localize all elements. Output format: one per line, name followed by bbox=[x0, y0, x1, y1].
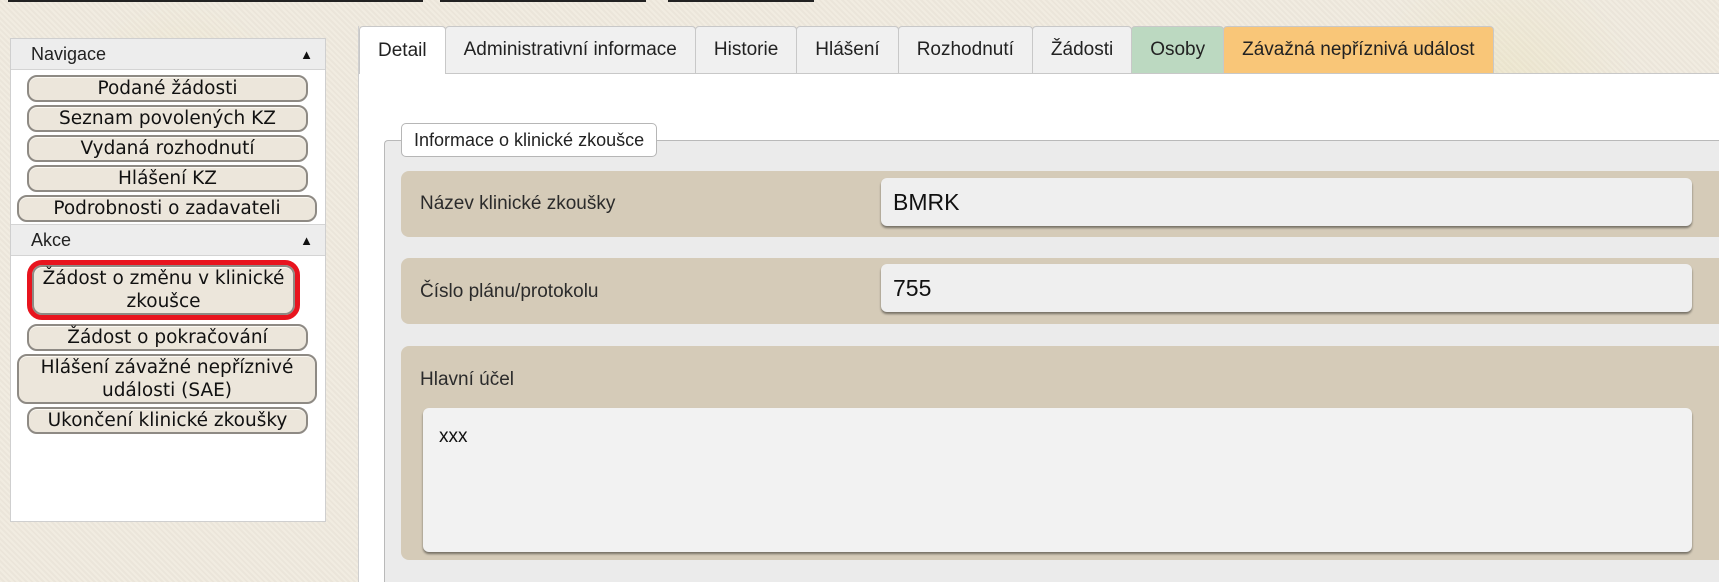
tab-persons[interactable]: Osoby bbox=[1131, 26, 1225, 73]
field-row-main-purpose: Hlavní účel xxx bbox=[401, 346, 1719, 560]
protocol-number-field[interactable]: 755 bbox=[881, 264, 1692, 312]
nav-button-approved-trials[interactable]: Seznam povolených KZ bbox=[27, 105, 308, 132]
main-panel: Detail Administrativní informace Histori… bbox=[358, 26, 1719, 582]
tab-history[interactable]: Historie bbox=[694, 26, 798, 73]
action-button-end-trial[interactable]: Ukončení klinické zkoušky bbox=[27, 407, 308, 434]
nav-button-sponsor-details[interactable]: Podrobnosti o zadavateli bbox=[17, 195, 317, 222]
nav-button-trial-reports[interactable]: Hlášení KZ bbox=[27, 165, 308, 192]
collapse-up-icon[interactable]: ▲ bbox=[300, 233, 313, 248]
field-label-main-purpose: Hlavní účel bbox=[420, 369, 514, 390]
tab-bar: Detail Administrativní informace Histori… bbox=[359, 26, 1494, 74]
top-link-underline[interactable] bbox=[8, 0, 423, 2]
top-link-underline[interactable] bbox=[440, 0, 646, 2]
tab-requests[interactable]: Žádosti bbox=[1031, 26, 1133, 73]
action-button-continuation-request[interactable]: Žádost o pokračování bbox=[27, 324, 308, 351]
collapse-up-icon[interactable]: ▲ bbox=[300, 47, 313, 62]
navigation-list: Podané žádosti Seznam povolených KZ Vyda… bbox=[11, 70, 325, 224]
action-button-change-request[interactable]: Žádost o změnu v klinické zkoušce bbox=[27, 260, 300, 320]
sidebar: Navigace ▲ Podané žádosti Seznam povolen… bbox=[10, 38, 326, 522]
navigation-header[interactable]: Navigace ▲ bbox=[11, 39, 325, 70]
top-link-underline[interactable] bbox=[668, 0, 814, 2]
tab-administrative-info[interactable]: Administrativní informace bbox=[444, 26, 696, 73]
main-purpose-textarea[interactable]: xxx bbox=[423, 408, 1692, 552]
field-label-protocol-number: Číslo plánu/protokolu bbox=[420, 281, 599, 302]
trial-info-legend: Informace o klinické zkoušce bbox=[401, 123, 658, 157]
actions-title: Akce bbox=[31, 229, 72, 250]
nav-button-submitted-applications[interactable]: Podané žádosti bbox=[27, 75, 308, 102]
tab-reports[interactable]: Hlášení bbox=[796, 26, 899, 73]
tab-decisions[interactable]: Rozhodnutí bbox=[897, 26, 1033, 73]
navigation-title: Navigace bbox=[31, 43, 107, 64]
detail-content: Informace o klinické zkoušce Název klini… bbox=[359, 74, 1719, 582]
field-row-trial-name: Název klinické zkoušky BMRK bbox=[401, 171, 1719, 237]
tab-detail[interactable]: Detail bbox=[359, 26, 446, 74]
trial-name-field[interactable]: BMRK bbox=[881, 178, 1692, 226]
nav-button-issued-decisions[interactable]: Vydaná rozhodnutí bbox=[27, 135, 308, 162]
actions-list: Žádost o změnu v klinické zkoušce Žádost… bbox=[11, 256, 325, 436]
action-button-sae-report[interactable]: Hlášení závažné nepříznivé události (SAE… bbox=[17, 354, 317, 404]
actions-header[interactable]: Akce ▲ bbox=[11, 224, 325, 256]
tab-serious-adverse-event[interactable]: Závažná nepříznivá událost bbox=[1223, 26, 1494, 73]
field-row-protocol-number: Číslo plánu/protokolu 755 bbox=[401, 258, 1719, 324]
field-label-trial-name: Název klinické zkoušky bbox=[420, 193, 616, 214]
